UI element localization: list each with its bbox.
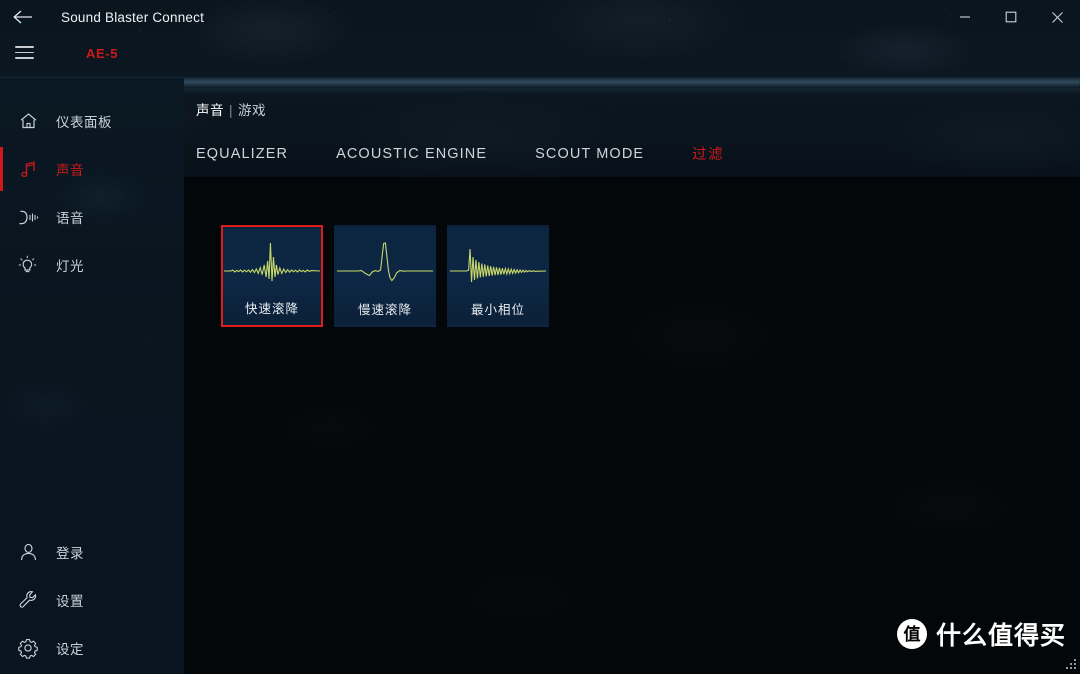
main-content: 声音 | 游戏 EQUALIZER ACOUSTIC ENGINE SCOUT MO… [184,78,1080,674]
gear-icon [0,637,56,659]
minimize-icon [960,16,970,18]
breadcrumb-separator: | [229,103,234,118]
title-bar: Sound Blaster Connect [0,0,1080,34]
filter-card-label: 最小相位 [470,303,525,317]
sidebar-primary-nav: 仪表面板 声音 语音 灯光 [0,97,184,289]
application-window: Sound Blaster Connect AE-5 仪表面板 声音 语音 灯光… [0,0,1080,674]
menu-row: AE-5 [0,34,1080,78]
sidebar-item-label: 声音 [56,163,84,178]
breadcrumb-secondary[interactable]: 游戏 [238,103,266,118]
filter-card-fast-rolloff[interactable]: 快速滚降 [221,225,323,327]
fast-rolloff-waveform [223,227,321,297]
active-indicator [0,147,3,191]
tab-acoustic-engine[interactable]: ACOUSTIC ENGINE [336,146,487,162]
minimum-phase-waveform [449,227,547,297]
watermark-badge: 值 [896,619,927,649]
watermark-text: 什么值得买 [935,622,1066,650]
wrench-icon [0,589,56,611]
slow-rolloff-waveform [336,227,434,297]
sidebar-item-dashboard[interactable]: 仪表面板 [0,97,184,145]
lightbulb-icon [0,254,56,277]
breadcrumb-primary[interactable]: 声音 [196,103,224,118]
filter-card-list: 快速滚降 慢速滚降 最小相位 [221,225,560,327]
sidebar-item-label: 设置 [56,594,84,609]
microphone-icon [0,207,56,228]
music-note-icon [0,159,56,180]
sidebar-secondary-nav: 登录 设置 设定 [0,528,184,672]
device-name-label: AE-5 [86,46,119,61]
sidebar-item-label: 设定 [56,642,84,657]
sidebar-item-label: 语音 [56,211,84,226]
user-icon [0,542,56,563]
window-controls [942,0,1080,34]
back-arrow-icon [13,10,32,24]
filter-card-slow-rolloff[interactable]: 慢速滚降 [334,225,436,327]
sidebar-item-label: 灯光 [56,259,84,274]
watermark: 值 什么值得买 [896,616,1066,652]
maximize-button[interactable] [988,0,1034,34]
breadcrumb: 声音 | 游戏 [196,99,266,119]
sidebar-item-preferences[interactable]: 设定 [0,624,184,672]
tab-bar: EQUALIZER ACOUSTIC ENGINE SCOUT MODE 过滤 [196,143,772,164]
back-button[interactable] [0,0,46,34]
sidebar-item-label: 登录 [56,546,84,561]
sidebar: 仪表面板 声音 语音 灯光 登录 设置 设定 [0,78,184,674]
sidebar-item-label: 仪表面板 [56,115,112,130]
close-icon [1051,11,1063,23]
home-icon [0,111,56,131]
hamburger-menu-icon[interactable] [15,46,34,59]
tab-filter[interactable]: 过滤 [692,143,724,164]
filter-card-label: 慢速滚降 [357,303,412,317]
sidebar-item-sound[interactable]: 声音 [0,145,184,193]
filter-card-minimum-phase[interactable]: 最小相位 [447,225,549,327]
minimize-button[interactable] [942,0,988,34]
window-title: Sound Blaster Connect [61,9,205,25]
resize-grip[interactable] [1065,659,1077,671]
sidebar-item-voice[interactable]: 语音 [0,193,184,241]
sidebar-item-settings[interactable]: 设置 [0,576,184,624]
maximize-icon [1005,11,1017,23]
close-button[interactable] [1034,0,1080,34]
tab-equalizer[interactable]: EQUALIZER [196,146,288,162]
sidebar-item-lighting[interactable]: 灯光 [0,241,184,289]
sidebar-item-login[interactable]: 登录 [0,528,184,576]
filter-card-label: 快速滚降 [244,302,299,316]
tab-scout-mode[interactable]: SCOUT MODE [535,146,644,162]
